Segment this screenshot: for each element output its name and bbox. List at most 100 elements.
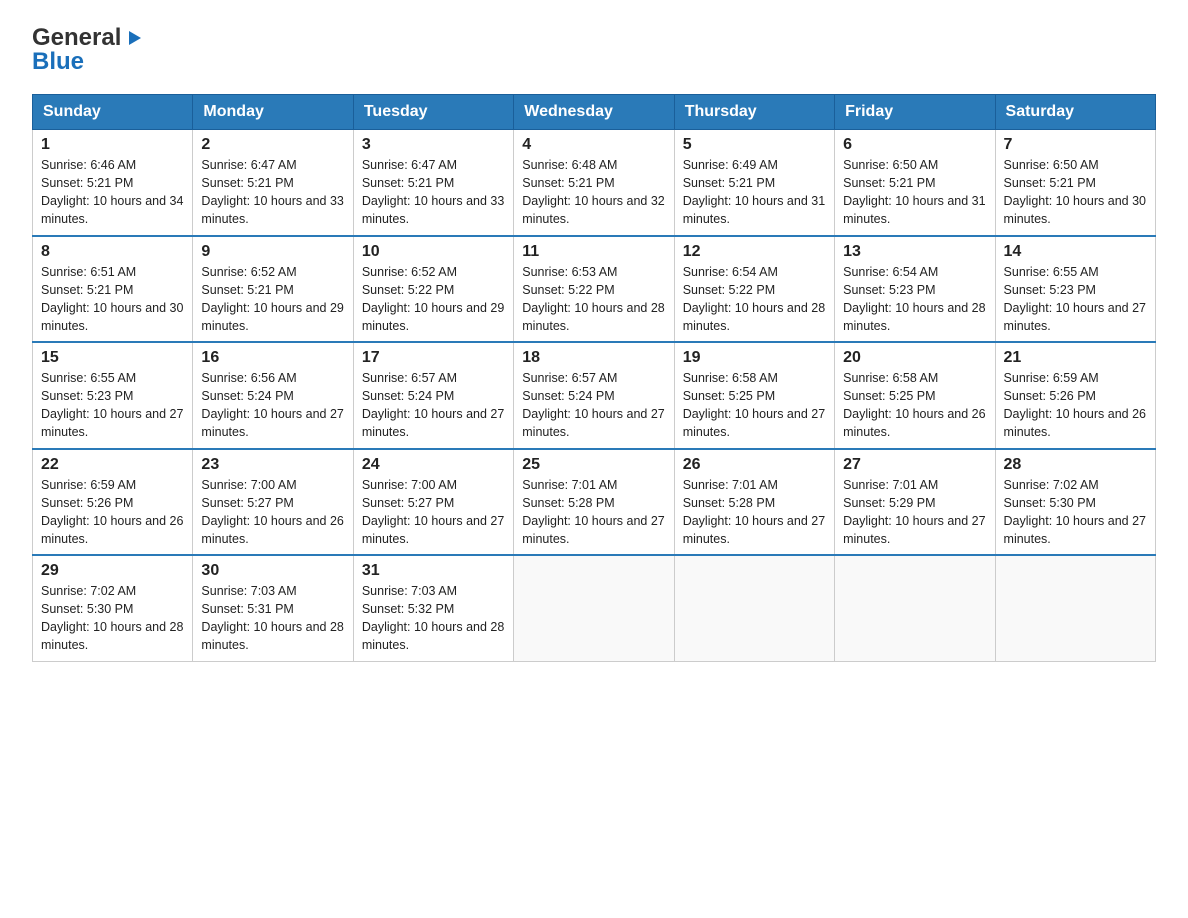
calendar-cell: 8 Sunrise: 6:51 AMSunset: 5:21 PMDayligh…: [33, 236, 193, 343]
day-number: 23: [201, 456, 344, 474]
cell-info: Sunrise: 7:01 AMSunset: 5:29 PMDaylight:…: [843, 476, 986, 549]
calendar-cell: 14 Sunrise: 6:55 AMSunset: 5:23 PMDaylig…: [995, 236, 1155, 343]
logo: General Blue: [32, 24, 145, 76]
cell-info: Sunrise: 6:50 AMSunset: 5:21 PMDaylight:…: [843, 156, 986, 229]
cell-info: Sunrise: 6:59 AMSunset: 5:26 PMDaylight:…: [41, 476, 184, 549]
calendar-cell: 9 Sunrise: 6:52 AMSunset: 5:21 PMDayligh…: [193, 236, 353, 343]
calendar-cell: 18 Sunrise: 6:57 AMSunset: 5:24 PMDaylig…: [514, 342, 674, 449]
cell-info: Sunrise: 6:57 AMSunset: 5:24 PMDaylight:…: [522, 369, 665, 442]
calendar-cell: 21 Sunrise: 6:59 AMSunset: 5:26 PMDaylig…: [995, 342, 1155, 449]
cell-info: Sunrise: 6:53 AMSunset: 5:22 PMDaylight:…: [522, 263, 665, 336]
calendar-cell: 26 Sunrise: 7:01 AMSunset: 5:28 PMDaylig…: [674, 449, 834, 556]
col-header-saturday: Saturday: [995, 95, 1155, 130]
day-number: 3: [362, 136, 505, 154]
week-row-3: 15 Sunrise: 6:55 AMSunset: 5:23 PMDaylig…: [33, 342, 1156, 449]
day-number: 21: [1004, 349, 1147, 367]
calendar-cell: 22 Sunrise: 6:59 AMSunset: 5:26 PMDaylig…: [33, 449, 193, 556]
calendar-cell: 7 Sunrise: 6:50 AMSunset: 5:21 PMDayligh…: [995, 130, 1155, 236]
cell-info: Sunrise: 7:02 AMSunset: 5:30 PMDaylight:…: [41, 582, 184, 655]
cell-info: Sunrise: 6:54 AMSunset: 5:22 PMDaylight:…: [683, 263, 826, 336]
header-row: SundayMondayTuesdayWednesdayThursdayFrid…: [33, 95, 1156, 130]
cell-info: Sunrise: 7:00 AMSunset: 5:27 PMDaylight:…: [201, 476, 344, 549]
logo-arrow-icon: [123, 27, 145, 49]
day-number: 18: [522, 349, 665, 367]
col-header-thursday: Thursday: [674, 95, 834, 130]
day-number: 22: [41, 456, 184, 474]
col-header-friday: Friday: [835, 95, 995, 130]
cell-info: Sunrise: 6:46 AMSunset: 5:21 PMDaylight:…: [41, 156, 184, 229]
calendar-cell: 1 Sunrise: 6:46 AMSunset: 5:21 PMDayligh…: [33, 130, 193, 236]
col-header-wednesday: Wednesday: [514, 95, 674, 130]
day-number: 26: [683, 456, 826, 474]
col-header-monday: Monday: [193, 95, 353, 130]
calendar-cell: 20 Sunrise: 6:58 AMSunset: 5:25 PMDaylig…: [835, 342, 995, 449]
cell-info: Sunrise: 6:52 AMSunset: 5:21 PMDaylight:…: [201, 263, 344, 336]
day-number: 17: [362, 349, 505, 367]
cell-info: Sunrise: 6:50 AMSunset: 5:21 PMDaylight:…: [1004, 156, 1147, 229]
day-number: 24: [362, 456, 505, 474]
calendar-cell: 12 Sunrise: 6:54 AMSunset: 5:22 PMDaylig…: [674, 236, 834, 343]
day-number: 25: [522, 456, 665, 474]
cell-info: Sunrise: 6:58 AMSunset: 5:25 PMDaylight:…: [683, 369, 826, 442]
calendar-cell: 6 Sunrise: 6:50 AMSunset: 5:21 PMDayligh…: [835, 130, 995, 236]
logo-blue: Blue: [32, 48, 84, 76]
day-number: 31: [362, 562, 505, 580]
day-number: 1: [41, 136, 184, 154]
day-number: 15: [41, 349, 184, 367]
week-row-2: 8 Sunrise: 6:51 AMSunset: 5:21 PMDayligh…: [33, 236, 1156, 343]
day-number: 27: [843, 456, 986, 474]
day-number: 9: [201, 243, 344, 261]
day-number: 13: [843, 243, 986, 261]
week-row-1: 1 Sunrise: 6:46 AMSunset: 5:21 PMDayligh…: [33, 130, 1156, 236]
calendar-cell: [835, 555, 995, 661]
cell-info: Sunrise: 6:47 AMSunset: 5:21 PMDaylight:…: [201, 156, 344, 229]
cell-info: Sunrise: 7:01 AMSunset: 5:28 PMDaylight:…: [683, 476, 826, 549]
cell-info: Sunrise: 6:47 AMSunset: 5:21 PMDaylight:…: [362, 156, 505, 229]
week-row-4: 22 Sunrise: 6:59 AMSunset: 5:26 PMDaylig…: [33, 449, 1156, 556]
calendar-cell: [674, 555, 834, 661]
cell-info: Sunrise: 6:51 AMSunset: 5:21 PMDaylight:…: [41, 263, 184, 336]
cell-info: Sunrise: 6:59 AMSunset: 5:26 PMDaylight:…: [1004, 369, 1147, 442]
day-number: 11: [522, 243, 665, 261]
calendar-cell: 24 Sunrise: 7:00 AMSunset: 5:27 PMDaylig…: [353, 449, 513, 556]
day-number: 8: [41, 243, 184, 261]
calendar-cell: 3 Sunrise: 6:47 AMSunset: 5:21 PMDayligh…: [353, 130, 513, 236]
calendar-cell: 4 Sunrise: 6:48 AMSunset: 5:21 PMDayligh…: [514, 130, 674, 236]
calendar-cell: 11 Sunrise: 6:53 AMSunset: 5:22 PMDaylig…: [514, 236, 674, 343]
calendar-cell: 5 Sunrise: 6:49 AMSunset: 5:21 PMDayligh…: [674, 130, 834, 236]
cell-info: Sunrise: 6:58 AMSunset: 5:25 PMDaylight:…: [843, 369, 986, 442]
calendar-cell: 15 Sunrise: 6:55 AMSunset: 5:23 PMDaylig…: [33, 342, 193, 449]
cell-info: Sunrise: 6:54 AMSunset: 5:23 PMDaylight:…: [843, 263, 986, 336]
cell-info: Sunrise: 7:00 AMSunset: 5:27 PMDaylight:…: [362, 476, 505, 549]
col-header-tuesday: Tuesday: [353, 95, 513, 130]
page-header: General Blue: [32, 24, 1156, 76]
calendar-cell: 28 Sunrise: 7:02 AMSunset: 5:30 PMDaylig…: [995, 449, 1155, 556]
day-number: 10: [362, 243, 505, 261]
calendar-cell: 30 Sunrise: 7:03 AMSunset: 5:31 PMDaylig…: [193, 555, 353, 661]
day-number: 28: [1004, 456, 1147, 474]
calendar-cell: 19 Sunrise: 6:58 AMSunset: 5:25 PMDaylig…: [674, 342, 834, 449]
day-number: 6: [843, 136, 986, 154]
day-number: 7: [1004, 136, 1147, 154]
calendar-cell: 25 Sunrise: 7:01 AMSunset: 5:28 PMDaylig…: [514, 449, 674, 556]
calendar-cell: 23 Sunrise: 7:00 AMSunset: 5:27 PMDaylig…: [193, 449, 353, 556]
day-number: 16: [201, 349, 344, 367]
day-number: 20: [843, 349, 986, 367]
calendar-cell: 13 Sunrise: 6:54 AMSunset: 5:23 PMDaylig…: [835, 236, 995, 343]
calendar-cell: 2 Sunrise: 6:47 AMSunset: 5:21 PMDayligh…: [193, 130, 353, 236]
day-number: 14: [1004, 243, 1147, 261]
cell-info: Sunrise: 7:03 AMSunset: 5:31 PMDaylight:…: [201, 582, 344, 655]
day-number: 4: [522, 136, 665, 154]
calendar-table: SundayMondayTuesdayWednesdayThursdayFrid…: [32, 94, 1156, 662]
cell-info: Sunrise: 6:49 AMSunset: 5:21 PMDaylight:…: [683, 156, 826, 229]
calendar-cell: 27 Sunrise: 7:01 AMSunset: 5:29 PMDaylig…: [835, 449, 995, 556]
cell-info: Sunrise: 6:52 AMSunset: 5:22 PMDaylight:…: [362, 263, 505, 336]
day-number: 2: [201, 136, 344, 154]
calendar-cell: 17 Sunrise: 6:57 AMSunset: 5:24 PMDaylig…: [353, 342, 513, 449]
cell-info: Sunrise: 6:48 AMSunset: 5:21 PMDaylight:…: [522, 156, 665, 229]
day-number: 30: [201, 562, 344, 580]
calendar-cell: 16 Sunrise: 6:56 AMSunset: 5:24 PMDaylig…: [193, 342, 353, 449]
cell-info: Sunrise: 6:56 AMSunset: 5:24 PMDaylight:…: [201, 369, 344, 442]
cell-info: Sunrise: 6:57 AMSunset: 5:24 PMDaylight:…: [362, 369, 505, 442]
day-number: 19: [683, 349, 826, 367]
